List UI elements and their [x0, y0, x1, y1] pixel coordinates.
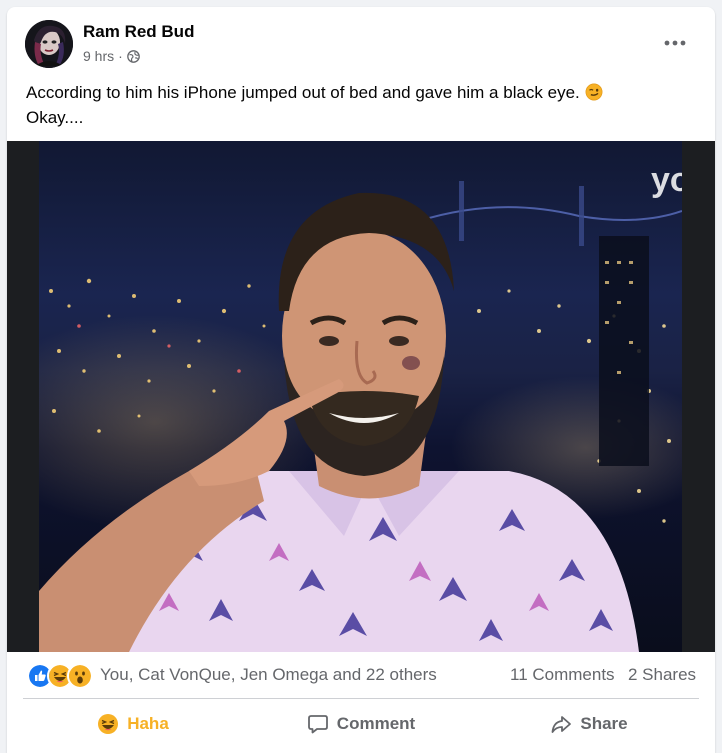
- reaction-icons[interactable]: [27, 663, 93, 689]
- photo-illustration: yo: [39, 161, 682, 652]
- share-button[interactable]: Share: [479, 703, 699, 745]
- post-card: Ram Red Bud 9 hrs · According to him his…: [7, 7, 715, 753]
- post-time[interactable]: 9 hrs: [83, 48, 114, 64]
- comments-count[interactable]: 11 Comments: [510, 665, 615, 685]
- post-actions: Haha Comment Share: [7, 699, 715, 749]
- post-media[interactable]: yo: [7, 141, 715, 652]
- reaction-names[interactable]: You, Cat VonQue, Jen Omega and 22 others: [100, 665, 437, 685]
- post-text-line-2: Okay....: [26, 108, 84, 127]
- avatar-image: [25, 20, 73, 68]
- post-header: Ram Red Bud 9 hrs ·: [7, 7, 715, 77]
- comment-button[interactable]: Comment: [251, 703, 471, 745]
- haha-reaction-button[interactable]: Haha: [23, 703, 243, 745]
- post-text: According to him his iPhone jumped out o…: [26, 80, 696, 130]
- smirk-emoji-icon: [585, 83, 602, 101]
- post-meta: 9 hrs ·: [83, 48, 140, 64]
- shares-count[interactable]: 2 Shares: [628, 665, 696, 685]
- post-text-body: According to him his iPhone jumped out o…: [26, 83, 580, 102]
- wow-reaction-icon: [67, 663, 93, 689]
- share-label: Share: [580, 714, 628, 733]
- post-stats: You, Cat VonQue, Jen Omega and 22 others…: [7, 653, 715, 697]
- post-text-line-1: According to him his iPhone jumped out o…: [26, 80, 696, 105]
- author-name[interactable]: Ram Red Bud: [83, 22, 194, 42]
- more-options-icon[interactable]: [657, 31, 693, 55]
- post-photo[interactable]: yo: [39, 141, 682, 652]
- comment-label: Comment: [336, 714, 416, 733]
- globe-icon[interactable]: [126, 49, 140, 63]
- author-avatar[interactable]: [25, 20, 73, 68]
- comment-icon: [307, 715, 328, 734]
- haha-icon: [98, 714, 119, 734]
- haha-label: Haha: [127, 714, 169, 733]
- share-icon: [551, 716, 572, 733]
- video-watermark: yo: [651, 161, 682, 199]
- meta-separator: ·: [118, 48, 123, 64]
